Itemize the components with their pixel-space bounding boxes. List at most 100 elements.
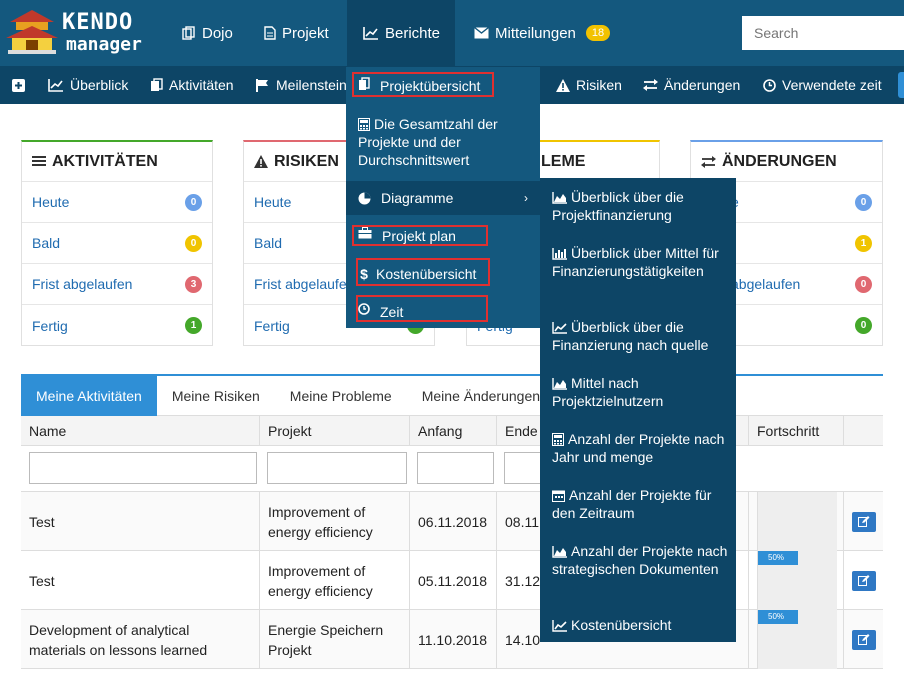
menu-item-gesamtzahl[interactable]: Die Gesamtzahl der Projekte und der Durc…	[346, 115, 540, 171]
chevron-right-icon: ›	[524, 191, 528, 205]
panel-title: AKTIVITÄTEN	[52, 152, 158, 170]
row-label: Fertig	[32, 317, 68, 334]
submenu-item-mittel-finanzierung[interactable]: Überblick über Mittel für Finanzierungst…	[552, 244, 730, 280]
search-input[interactable]	[742, 16, 904, 50]
exchange-icon	[701, 155, 716, 168]
panel-row-heute[interactable]: Heute 0	[22, 182, 212, 223]
logo-title: KENDO	[62, 10, 134, 35]
cell-projekt: Improvement of energy efficiency	[259, 492, 409, 551]
count-badge: 1	[855, 234, 872, 252]
subnav-verwendete-zeit[interactable]: Verwendete zeit	[763, 66, 882, 104]
progress-bar: 50%	[757, 610, 837, 669]
notification-count-badge: 18	[585, 25, 611, 41]
submenu-item-label: Anzahl der Projekte für den Zeitraum	[552, 487, 712, 521]
subnav-label: Verwendete zeit	[782, 77, 882, 93]
subnav-uberblick[interactable]: Überblick	[48, 66, 128, 104]
subnav-edge-button[interactable]	[898, 72, 904, 98]
submenu-item-label: Überblick über Mittel für Finanzierungst…	[552, 245, 719, 279]
panel-row-frist[interactable]: Frist abgelaufen 3	[22, 264, 212, 305]
filter-anfang-input[interactable]	[417, 452, 494, 484]
submenu-item-label: Anzahl der Projekte nach strategischen D…	[552, 543, 728, 577]
panel-row-fertig[interactable]: Fertig 1	[22, 305, 212, 346]
panel-header: AKTIVITÄTEN	[22, 142, 212, 182]
submenu-item-jahr-menge[interactable]: Anzahl der Projekte nach Jahr und menge	[552, 430, 730, 466]
nav-berichte[interactable]: Berichte	[347, 0, 455, 66]
filter-projekt-input[interactable]	[267, 452, 407, 484]
tab-meine-probleme[interactable]: Meine Probleme	[275, 376, 407, 416]
row-label: Heute	[32, 194, 70, 210]
table-row[interactable]: Test Improvement of energy efficiency 06…	[21, 492, 883, 551]
progress-fill: 50%	[758, 610, 798, 624]
col-fortschritt[interactable]: Fortschritt	[748, 416, 843, 446]
subnav-risiken[interactable]: Risiken	[556, 66, 622, 104]
submenu-item-zeitraum[interactable]: Anzahl der Projekte für den Zeitraum	[552, 486, 730, 522]
edit-button[interactable]	[852, 570, 876, 591]
subnav-anderungen[interactable]: Änderungen	[643, 66, 740, 104]
chart-icon	[48, 79, 63, 92]
panel-row-bald[interactable]: Bald 0	[22, 223, 212, 264]
cell-actions	[843, 610, 883, 669]
tab-meine-aktivitaten[interactable]: Meine Aktivitäten	[21, 376, 157, 416]
filter-name-input[interactable]	[29, 452, 257, 484]
berichte-dropdown-menu: Projektübersicht Die Gesamtzahl der Proj…	[346, 66, 540, 328]
submenu-item-kostenubersicht[interactable]: Kostenübersicht	[552, 616, 730, 634]
chart-icon	[363, 27, 378, 40]
count-badge: 0	[855, 317, 872, 334]
submenu-item-strategische-dokumente[interactable]: Anzahl der Projekte nach strategischen D…	[552, 542, 730, 578]
cell-anfang: 05.11.2018	[409, 551, 496, 610]
tab-meine-risiken[interactable]: Meine Risiken	[157, 376, 275, 416]
panel-header: ÄNDERUNGEN	[691, 142, 882, 182]
highlight-box	[352, 72, 494, 97]
line-chart-icon	[552, 620, 567, 632]
kendo-manager-logo[interactable]: KENDO manager	[4, 8, 154, 58]
table-row[interactable]: Development of analytical materials on l…	[21, 610, 883, 669]
col-anfang[interactable]: Anfang	[409, 416, 496, 446]
tab-meine-anderungen[interactable]: Meine Änderungen	[407, 376, 555, 416]
edit-button[interactable]	[852, 511, 876, 532]
nav-label: Projekt	[282, 24, 329, 42]
highlight-box	[356, 295, 488, 322]
submenu-item-label: Überblick über die Projektfinanzierung	[552, 189, 684, 223]
row-label: abgelaufen	[731, 276, 801, 292]
nav-projekt[interactable]: Projekt	[248, 0, 345, 66]
row-label: Heute	[254, 194, 292, 210]
edit-icon	[858, 516, 870, 527]
progress-bar: 50%	[757, 551, 837, 610]
nav-label: Dojo	[202, 24, 233, 42]
edit-icon	[858, 575, 870, 586]
list-icon	[32, 156, 46, 166]
add-button[interactable]	[12, 66, 25, 104]
nav-mitteilungen[interactable]: Mitteilungen 18	[458, 0, 626, 66]
submenu-item-finanzierung-quelle[interactable]: Überblick über die Finanzierung nach que…	[552, 318, 730, 354]
cell-actions	[843, 492, 883, 551]
menu-item-label: Die Gesamtzahl der Projekte und der Durc…	[358, 115, 528, 169]
line-chart-icon	[552, 322, 567, 334]
col-projekt[interactable]: Projekt	[259, 416, 409, 446]
submenu-item-projektzielnutzern[interactable]: Mittel nach Projektzielnutzern	[552, 374, 730, 410]
warning-icon	[556, 78, 570, 92]
cell-projekt: Energie Speichern Projekt	[259, 610, 409, 669]
pagoda-icon	[6, 10, 58, 54]
area-chart-icon	[552, 378, 567, 390]
activities-panel: AKTIVITÄTEN Heute 0 Bald 0 Frist abgelaufe…	[21, 140, 213, 346]
count-badge: 1	[185, 317, 202, 334]
submenu-item-projektfinanzierung[interactable]: Überblick über die Projektfinanzierung	[552, 188, 730, 224]
edit-button[interactable]	[852, 629, 876, 650]
nav-label: Mitteilungen	[495, 24, 576, 42]
warning-icon	[254, 155, 268, 168]
cell-anfang: 06.11.2018	[409, 492, 496, 551]
count-badge: 0	[185, 193, 202, 211]
panel-title: ÄNDERUNGEN	[722, 152, 837, 170]
menu-item-diagramme[interactable]: Diagramme ›	[346, 181, 540, 215]
calculator-icon	[358, 118, 370, 131]
cell-projekt: Improvement of energy efficiency	[259, 551, 409, 610]
menu-item-text: Die Gesamtzahl der Projekte und der Durc…	[358, 116, 498, 168]
subnav-meilenstein[interactable]: Meilenstein	[256, 66, 347, 104]
subnav-aktivitaten[interactable]: Aktivitäten	[150, 66, 234, 104]
subnav-label: Risiken	[576, 77, 622, 93]
nav-dojo[interactable]: Dojo	[166, 0, 249, 66]
table-row[interactable]: Test Improvement of energy efficiency 05…	[21, 551, 883, 610]
top-navbar: KENDO manager Dojo Projekt Berichte Mitt…	[0, 0, 904, 66]
col-name[interactable]: Name	[21, 416, 259, 446]
exchange-icon	[643, 79, 658, 91]
